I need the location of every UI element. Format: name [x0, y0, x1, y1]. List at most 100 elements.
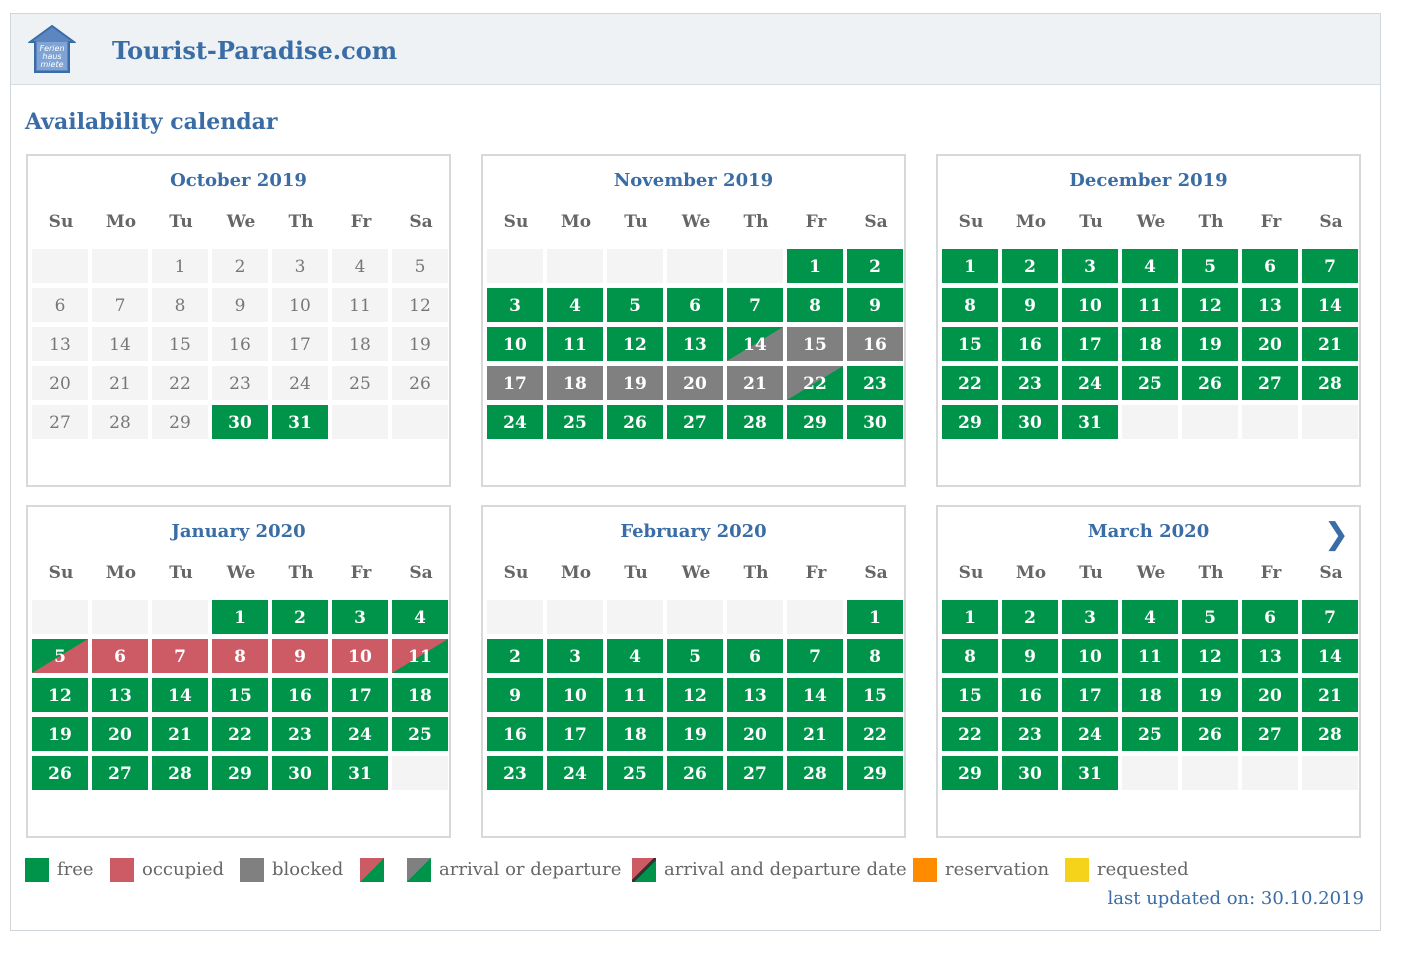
- day-cell-free[interactable]: 24: [487, 405, 543, 439]
- day-cell-free[interactable]: 2: [847, 249, 903, 283]
- day-cell-free[interactable]: 4: [607, 639, 663, 673]
- day-cell-free[interactable]: 20: [1242, 678, 1298, 712]
- day-cell-free[interactable]: 26: [1182, 717, 1238, 751]
- day-cell-free[interactable]: 12: [607, 327, 663, 361]
- day-cell-free[interactable]: 14: [787, 678, 843, 712]
- day-cell-free[interactable]: 10: [1062, 639, 1118, 673]
- day-cell-free[interactable]: 7: [1302, 249, 1358, 283]
- day-cell-free[interactable]: 31: [272, 405, 328, 439]
- day-cell-free[interactable]: 25: [547, 405, 603, 439]
- day-cell-free[interactable]: 23: [272, 717, 328, 751]
- day-cell-free[interactable]: 15: [942, 678, 998, 712]
- day-cell-blk[interactable]: 15: [787, 327, 843, 361]
- day-cell-free[interactable]: 31: [1062, 405, 1118, 439]
- day-cell-free[interactable]: 22: [847, 717, 903, 751]
- day-cell-occ[interactable]: 8: [212, 639, 268, 673]
- day-cell-free[interactable]: 28: [787, 756, 843, 790]
- day-cell-free[interactable]: 1: [212, 600, 268, 634]
- day-cell-blk[interactable]: 16: [847, 327, 903, 361]
- day-cell-occ[interactable]: 7: [152, 639, 208, 673]
- day-cell-free[interactable]: 29: [847, 756, 903, 790]
- day-cell-blk-dep[interactable]: 22: [787, 366, 843, 400]
- day-cell-blk[interactable]: 17: [487, 366, 543, 400]
- day-cell-free[interactable]: 5: [1182, 249, 1238, 283]
- day-cell-free[interactable]: 11: [1122, 639, 1178, 673]
- day-cell-free[interactable]: 16: [487, 717, 543, 751]
- day-cell-free[interactable]: 16: [1002, 327, 1058, 361]
- day-cell-free[interactable]: 7: [727, 288, 783, 322]
- day-cell-free[interactable]: 26: [667, 756, 723, 790]
- day-cell-free[interactable]: 12: [1182, 288, 1238, 322]
- day-cell-free[interactable]: 30: [1002, 756, 1058, 790]
- day-cell-free[interactable]: 29: [212, 756, 268, 790]
- day-cell-free[interactable]: 27: [1242, 366, 1298, 400]
- day-cell-free[interactable]: 19: [667, 717, 723, 751]
- day-cell-free[interactable]: 3: [547, 639, 603, 673]
- day-cell-free[interactable]: 27: [92, 756, 148, 790]
- day-cell-free[interactable]: 1: [942, 249, 998, 283]
- day-cell-free[interactable]: 26: [607, 405, 663, 439]
- day-cell-free[interactable]: 18: [392, 678, 448, 712]
- day-cell-free[interactable]: 4: [392, 600, 448, 634]
- day-cell-free[interactable]: 24: [1062, 366, 1118, 400]
- day-cell-free[interactable]: 31: [1062, 756, 1118, 790]
- day-cell-occ[interactable]: 10: [332, 639, 388, 673]
- day-cell-free[interactable]: 20: [1242, 327, 1298, 361]
- day-cell-free[interactable]: 12: [667, 678, 723, 712]
- day-cell-free[interactable]: 12: [32, 678, 88, 712]
- day-cell-free[interactable]: 25: [1122, 717, 1178, 751]
- day-cell-free[interactable]: 30: [212, 405, 268, 439]
- day-cell-free[interactable]: 12: [1182, 639, 1238, 673]
- day-cell-free[interactable]: 6: [727, 639, 783, 673]
- day-cell-free[interactable]: 18: [607, 717, 663, 751]
- day-cell-occ-arr[interactable]: 5: [32, 639, 88, 673]
- day-cell-free[interactable]: 19: [1182, 327, 1238, 361]
- day-cell-free[interactable]: 3: [332, 600, 388, 634]
- day-cell-free[interactable]: 14: [1302, 639, 1358, 673]
- day-cell-free[interactable]: 2: [1002, 249, 1058, 283]
- day-cell-free[interactable]: 9: [847, 288, 903, 322]
- day-cell-free[interactable]: 29: [942, 405, 998, 439]
- day-cell-free[interactable]: 17: [1062, 327, 1118, 361]
- day-cell-free[interactable]: 6: [1242, 249, 1298, 283]
- day-cell-free[interactable]: 29: [942, 756, 998, 790]
- day-cell-free[interactable]: 18: [1122, 327, 1178, 361]
- day-cell-free[interactable]: 25: [1122, 366, 1178, 400]
- day-cell-free[interactable]: 13: [727, 678, 783, 712]
- day-cell-blk[interactable]: 18: [547, 366, 603, 400]
- day-cell-free[interactable]: 1: [847, 600, 903, 634]
- day-cell-free[interactable]: 8: [787, 288, 843, 322]
- house-logo-icon[interactable]: Ferien haus miete: [28, 24, 76, 74]
- day-cell-free[interactable]: 28: [152, 756, 208, 790]
- day-cell-free[interactable]: 28: [1302, 366, 1358, 400]
- day-cell-free[interactable]: 30: [272, 756, 328, 790]
- day-cell-free[interactable]: 13: [92, 678, 148, 712]
- day-cell-free[interactable]: 13: [1242, 639, 1298, 673]
- day-cell-free[interactable]: 31: [332, 756, 388, 790]
- day-cell-free[interactable]: 22: [942, 366, 998, 400]
- day-cell-free[interactable]: 26: [1182, 366, 1238, 400]
- day-cell-free[interactable]: 8: [942, 288, 998, 322]
- day-cell-free[interactable]: 9: [1002, 288, 1058, 322]
- day-cell-blk[interactable]: 20: [667, 366, 723, 400]
- day-cell-free[interactable]: 21: [1302, 678, 1358, 712]
- day-cell-free[interactable]: 16: [272, 678, 328, 712]
- day-cell-free[interactable]: 21: [787, 717, 843, 751]
- day-cell-free[interactable]: 24: [1062, 717, 1118, 751]
- day-cell-free[interactable]: 16: [1002, 678, 1058, 712]
- day-cell-free[interactable]: 30: [847, 405, 903, 439]
- day-cell-free[interactable]: 21: [152, 717, 208, 751]
- day-cell-free[interactable]: 2: [1002, 600, 1058, 634]
- day-cell-free[interactable]: 22: [942, 717, 998, 751]
- day-cell-free[interactable]: 23: [1002, 717, 1058, 751]
- day-cell-free[interactable]: 3: [487, 288, 543, 322]
- day-cell-free[interactable]: 7: [787, 639, 843, 673]
- day-cell-free[interactable]: 4: [1122, 249, 1178, 283]
- day-cell-free[interactable]: 15: [212, 678, 268, 712]
- day-cell-free[interactable]: 18: [1122, 678, 1178, 712]
- day-cell-free[interactable]: 10: [1062, 288, 1118, 322]
- day-cell-free[interactable]: 17: [332, 678, 388, 712]
- day-cell-free[interactable]: 27: [727, 756, 783, 790]
- day-cell-free[interactable]: 15: [847, 678, 903, 712]
- day-cell-free[interactable]: 24: [547, 756, 603, 790]
